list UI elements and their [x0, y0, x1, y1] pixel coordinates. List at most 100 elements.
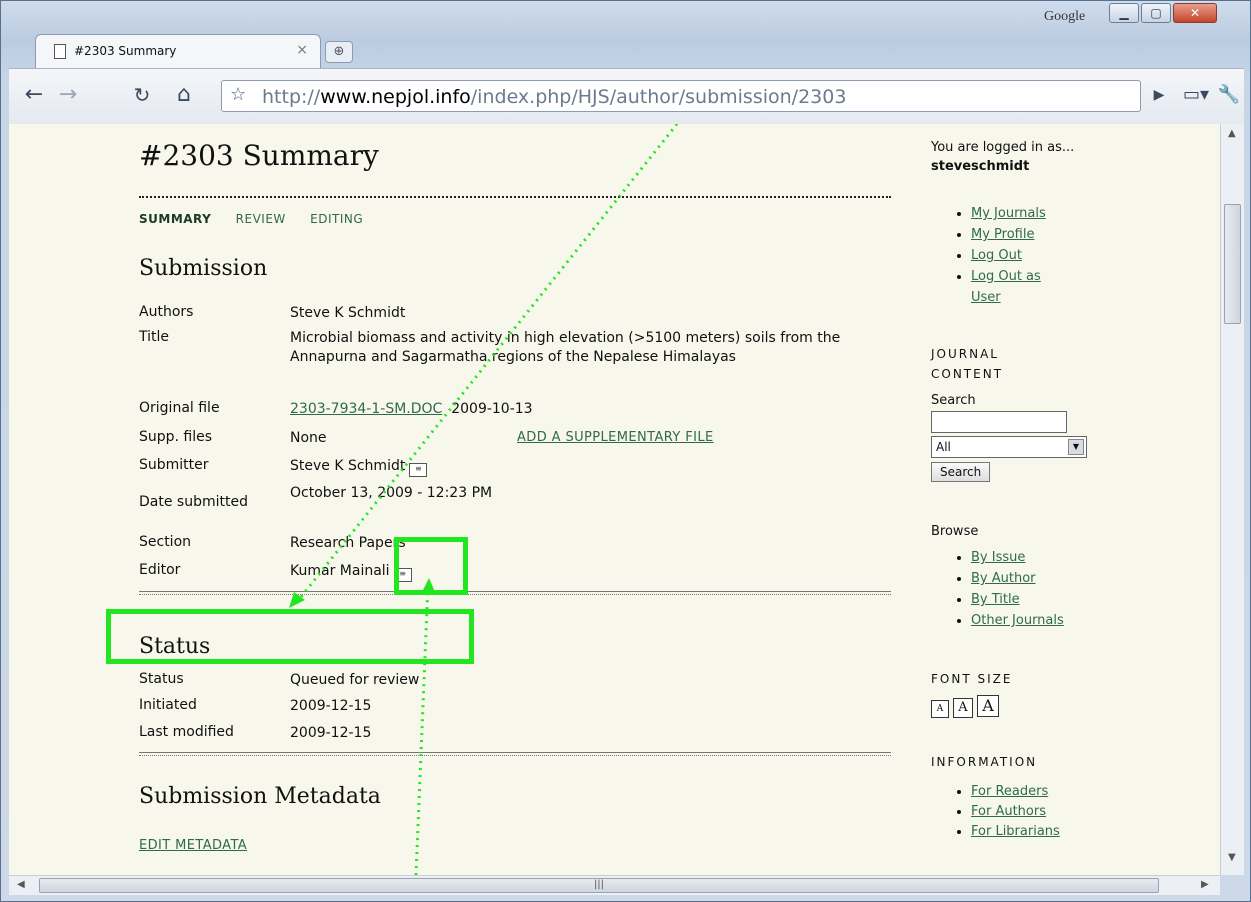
horizontal-scrollbar[interactable]: ◀ ||| ▶ [9, 875, 1220, 895]
other-journals-link[interactable]: Other Journals [971, 613, 1064, 628]
tab-close-icon[interactable]: × [296, 42, 308, 58]
nav-review[interactable]: REVIEW [236, 212, 286, 226]
user-links: My Journals My Profile Log Out Log Out a… [931, 203, 1111, 308]
page-icon [54, 44, 66, 59]
by-issue-link[interactable]: By Issue [971, 550, 1025, 565]
close-window-button[interactable]: ✕ [1173, 3, 1217, 23]
browse-label: Browse [931, 524, 979, 539]
back-arrow-icon[interactable]: ← [19, 80, 49, 110]
chevron-down-icon[interactable]: ▼ [1068, 439, 1084, 455]
for-librarians-link[interactable]: For Librarians [971, 824, 1060, 839]
search-scope-select[interactable]: All ▼ [931, 436, 1087, 458]
initiated-label: Initiated [139, 697, 197, 713]
my-journals-link[interactable]: My Journals [971, 206, 1046, 221]
log-out-as-user-link[interactable]: Log Out as User [971, 269, 1041, 305]
wrench-menu-icon[interactable]: 🔧 [1215, 80, 1243, 110]
scroll-down-icon[interactable]: ▼ [1228, 852, 1236, 863]
google-label: Google [1044, 9, 1086, 24]
scroll-left-icon[interactable]: ◀ [17, 879, 25, 890]
search-label: Search [931, 393, 976, 408]
page-title: #2303 Summary [139, 139, 379, 172]
last-modified-label: Last modified [139, 724, 234, 740]
edit-metadata-row: EDIT METADATA [139, 838, 247, 853]
submitter-label: Submitter [139, 457, 209, 473]
page-content: #2303 Summary SUMMARY REVIEW EDITING Sub… [9, 124, 1220, 875]
vertical-scrollbar[interactable]: ▲ ▼ [1220, 124, 1244, 875]
original-file-label: Original file [139, 400, 220, 416]
original-file-date: 2009-10-13 [451, 401, 533, 417]
title-divider [139, 196, 891, 198]
title-value: Microbial biomass and activity in high e… [290, 330, 841, 365]
search-scope-value: All [936, 440, 951, 454]
submission-nav: SUMMARY REVIEW EDITING [139, 212, 383, 226]
font-small-button[interactable]: A [931, 700, 949, 718]
my-profile-link[interactable]: My Profile [971, 227, 1034, 242]
status-value: Queued for review [290, 672, 420, 688]
editor-label: Editor [139, 562, 181, 578]
information-links: For Readers For Authors For Librarians [931, 782, 1121, 842]
url-text: http://www.nepjol.info/index.php/HJS/aut… [262, 86, 847, 108]
for-readers-link[interactable]: For Readers [971, 784, 1048, 799]
section-divider [139, 752, 891, 756]
reload-icon[interactable]: ↻ [127, 80, 157, 110]
email-icon-highlight-box [394, 537, 468, 595]
section-value: Research Papers [290, 535, 406, 551]
browser-tab[interactable]: #2303 Summary × [35, 34, 321, 68]
log-out-link[interactable]: Log Out [971, 248, 1022, 263]
nav-summary[interactable]: SUMMARY [139, 212, 211, 226]
tab-title: #2303 Summary [74, 44, 177, 58]
section-label: Section [139, 534, 192, 550]
add-supplementary-file-link[interactable]: ADD A SUPPLEMENTARY FILE [517, 430, 714, 445]
search-button[interactable]: Search [931, 462, 991, 482]
original-file-link[interactable]: 2303-7934-1-SM.DOC [290, 401, 442, 417]
search-block: Search All ▼ Search [931, 393, 1087, 482]
authors-value: Steve K Schmidt [290, 305, 406, 321]
font-large-button[interactable]: A [977, 695, 999, 717]
browse-links: By Issue By Author By Title Other Journa… [931, 547, 1121, 631]
authors-label: Authors [139, 304, 194, 320]
browser-window: Google ▁ ▢ ✕ #2303 Summary × ⊕ ← → ↻ ⌂ ☆… [0, 0, 1251, 902]
by-author-link[interactable]: By Author [971, 571, 1036, 586]
address-bar[interactable]: ☆ http://www.nepjol.info/index.php/HJS/a… [221, 80, 1141, 112]
font-size-heading: FONT SIZE [931, 672, 1013, 686]
section-divider [139, 591, 891, 595]
scroll-right-icon[interactable]: ▶ [1201, 879, 1209, 890]
status-label: Status [139, 671, 184, 687]
scroll-up-icon[interactable]: ▲ [1228, 128, 1236, 139]
information-heading: INFORMATION [931, 755, 1038, 769]
title-bar: Google ▁ ▢ ✕ [1, 1, 1250, 37]
supp-files-label: Supp. files [139, 429, 213, 445]
new-tab-button[interactable]: ⊕ [325, 41, 353, 63]
username: steveschmidt [931, 159, 1030, 174]
date-submitted-value: October 13, 2009 - 12:23 PM [290, 485, 493, 501]
editor-value: Kumar Mainali ≡ [290, 562, 890, 582]
page-menu-icon[interactable]: ▭▾ [1181, 80, 1211, 110]
bookmark-star-icon[interactable]: ☆ [230, 84, 246, 105]
status-highlight-box [106, 609, 474, 664]
last-modified-value: 2009-12-15 [290, 725, 372, 741]
journal-content-heading: JOURNAL CONTENT [931, 347, 1004, 381]
forward-arrow-icon[interactable]: → [53, 80, 83, 110]
metadata-heading: Submission Metadata [139, 784, 381, 809]
login-info: You are logged in as... steveschmidt [931, 138, 1091, 176]
font-medium-button[interactable]: A [953, 698, 973, 718]
original-file-value: 2303-7934-1-SM.DOC 2009-10-13 [290, 400, 890, 419]
go-arrow-icon[interactable]: ▶ [1147, 80, 1171, 110]
search-input[interactable] [931, 411, 1067, 433]
minimize-button[interactable]: ▁ [1109, 3, 1139, 23]
home-icon[interactable]: ⌂ [169, 80, 199, 110]
nav-editing[interactable]: EDITING [310, 212, 363, 226]
title-label: Title [139, 329, 170, 345]
email-icon[interactable]: ≡ [409, 463, 428, 477]
edit-metadata-link[interactable]: EDIT METADATA [139, 838, 247, 853]
vertical-scroll-thumb[interactable] [1224, 204, 1241, 324]
initiated-value: 2009-12-15 [290, 698, 372, 714]
for-authors-link[interactable]: For Authors [971, 804, 1046, 819]
horizontal-scroll-thumb[interactable]: ||| [39, 878, 1159, 893]
by-title-link[interactable]: By Title [971, 592, 1020, 607]
font-size-controls: AAA [931, 695, 1003, 718]
submitter-value: Steve K Schmidt ≡ [290, 457, 890, 477]
browser-toolbar: ← → ↻ ⌂ ☆ http://www.nepjol.info/index.p… [9, 68, 1244, 124]
editor-name: Kumar Mainali [290, 563, 390, 579]
maximize-button[interactable]: ▢ [1141, 3, 1171, 23]
